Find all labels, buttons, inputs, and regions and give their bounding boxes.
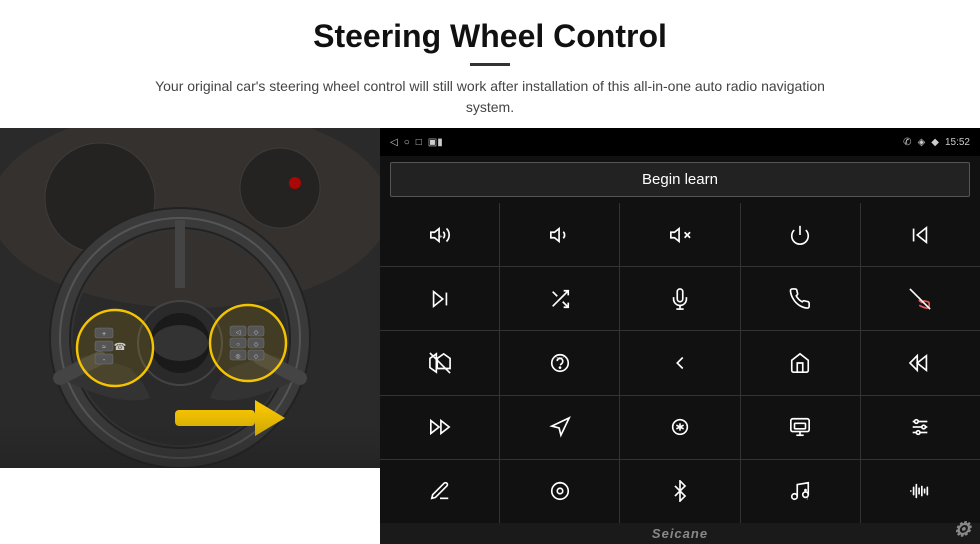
- vol-up-icon: +: [429, 224, 451, 246]
- camera-icon: [429, 352, 451, 374]
- wifi-icon: ◆: [931, 137, 939, 148]
- music-button[interactable]: ♩: [741, 460, 860, 523]
- home-nav-icon: [789, 352, 811, 374]
- media-icon: [789, 416, 811, 438]
- prev-track-button[interactable]: [861, 203, 980, 266]
- music-icon: ♩: [789, 480, 811, 502]
- phone-icon: [789, 288, 811, 310]
- subtitle-text: Your original car's steering wheel contr…: [140, 76, 840, 118]
- settings-sliders-icon: [909, 416, 931, 438]
- pen-icon: [429, 480, 451, 502]
- svg-text:-: -: [563, 232, 565, 239]
- power-button[interactable]: [741, 203, 860, 266]
- vol-down-icon: -: [549, 224, 571, 246]
- waveform-button[interactable]: [861, 460, 980, 523]
- svg-text:☎: ☎: [114, 342, 126, 353]
- svg-text:≈: ≈: [102, 344, 106, 351]
- fast-forward-button[interactable]: [380, 396, 499, 459]
- svg-text:360°: 360°: [556, 356, 564, 360]
- watermark-row: Seicane ⚙: [380, 523, 980, 544]
- svg-text:◇: ◇: [254, 330, 259, 336]
- vol-up-button[interactable]: +: [380, 203, 499, 266]
- power-icon: [789, 224, 811, 246]
- media-button[interactable]: [741, 396, 860, 459]
- home-nav-button[interactable]: [741, 331, 860, 394]
- svg-text:◎: ◎: [235, 354, 240, 360]
- svg-text:◇: ◇: [254, 354, 259, 360]
- equalizer-button[interactable]: [620, 396, 739, 459]
- navigate-icon: [549, 416, 571, 438]
- watermark-text: Seicane: [652, 526, 708, 541]
- header-section: Steering Wheel Control Your original car…: [0, 0, 980, 128]
- back-icon: ◁: [390, 137, 398, 148]
- steering-wheel-image: + ≈ - ☎ ◁ ◇ ○ ◇ ◎ ◇: [0, 128, 380, 468]
- skip-back-icon: [909, 352, 931, 374]
- mute-icon: [669, 224, 691, 246]
- pen-button[interactable]: [380, 460, 499, 523]
- mic-button[interactable]: [620, 267, 739, 330]
- back-nav-button[interactable]: [620, 331, 739, 394]
- phone-status-icon: ✆: [903, 137, 911, 148]
- location-icon: ◈: [918, 137, 926, 148]
- title-divider: [470, 63, 510, 66]
- navigate-button[interactable]: [500, 396, 619, 459]
- bluetooth-button[interactable]: [620, 460, 739, 523]
- radio-icon: [549, 480, 571, 502]
- status-right: ✆ ◈ ◆ 15:52: [903, 137, 970, 148]
- shuffle-button[interactable]: [500, 267, 619, 330]
- prev-track-icon: [909, 224, 931, 246]
- 360-view-button[interactable]: 360°: [500, 331, 619, 394]
- mic-icon: [669, 288, 691, 310]
- photo-panel: + ≈ - ☎ ◁ ◇ ○ ◇ ◎ ◇: [0, 128, 380, 468]
- begin-learn-row: Begin learn: [380, 156, 980, 203]
- control-panel: ◁ ○ □ ▣▮ ✆ ◈ ◆ 15:52 Begin learn: [380, 128, 980, 544]
- equalizer-icon: [669, 416, 691, 438]
- bluetooth-icon: [669, 480, 691, 502]
- hang-up-icon: [909, 288, 931, 310]
- waveform-icon: [909, 480, 931, 502]
- hang-up-button[interactable]: [861, 267, 980, 330]
- vol-down-button[interactable]: -: [500, 203, 619, 266]
- page-title: Steering Wheel Control: [40, 18, 940, 55]
- phone-button[interactable]: [741, 267, 860, 330]
- shuffle-icon: [549, 288, 571, 310]
- signal-icon: ▣▮: [428, 137, 443, 148]
- page-wrapper: Steering Wheel Control Your original car…: [0, 0, 980, 544]
- recents-icon: □: [416, 137, 422, 148]
- skip-forward-button[interactable]: [380, 267, 499, 330]
- fast-forward-icon: [429, 416, 451, 438]
- gear-icon[interactable]: ⚙: [953, 517, 972, 542]
- svg-text:♩: ♩: [807, 496, 812, 501]
- skip-back-button[interactable]: [861, 331, 980, 394]
- radio-button[interactable]: [500, 460, 619, 523]
- begin-learn-button[interactable]: Begin learn: [390, 162, 970, 197]
- svg-text:◇: ◇: [254, 342, 259, 348]
- icon-grid: + -: [380, 203, 980, 523]
- skip-forward-icon: [429, 288, 451, 310]
- svg-text:◁: ◁: [236, 330, 241, 336]
- status-bar: ◁ ○ □ ▣▮ ✆ ◈ ◆ 15:52: [380, 128, 980, 156]
- svg-text:○: ○: [236, 342, 240, 348]
- back-nav-icon: [669, 352, 691, 374]
- content-area: + ≈ - ☎ ◁ ◇ ○ ◇ ◎ ◇: [0, 128, 980, 544]
- time-display: 15:52: [945, 137, 970, 148]
- svg-text:+: +: [102, 331, 106, 338]
- mute-button[interactable]: [620, 203, 739, 266]
- svg-text:+: +: [439, 233, 443, 240]
- 360-icon: 360°: [549, 352, 571, 374]
- home-circle-icon: ○: [404, 137, 410, 148]
- camera-button[interactable]: [380, 331, 499, 394]
- settings-sliders-button[interactable]: [861, 396, 980, 459]
- status-left: ◁ ○ □ ▣▮: [390, 137, 443, 148]
